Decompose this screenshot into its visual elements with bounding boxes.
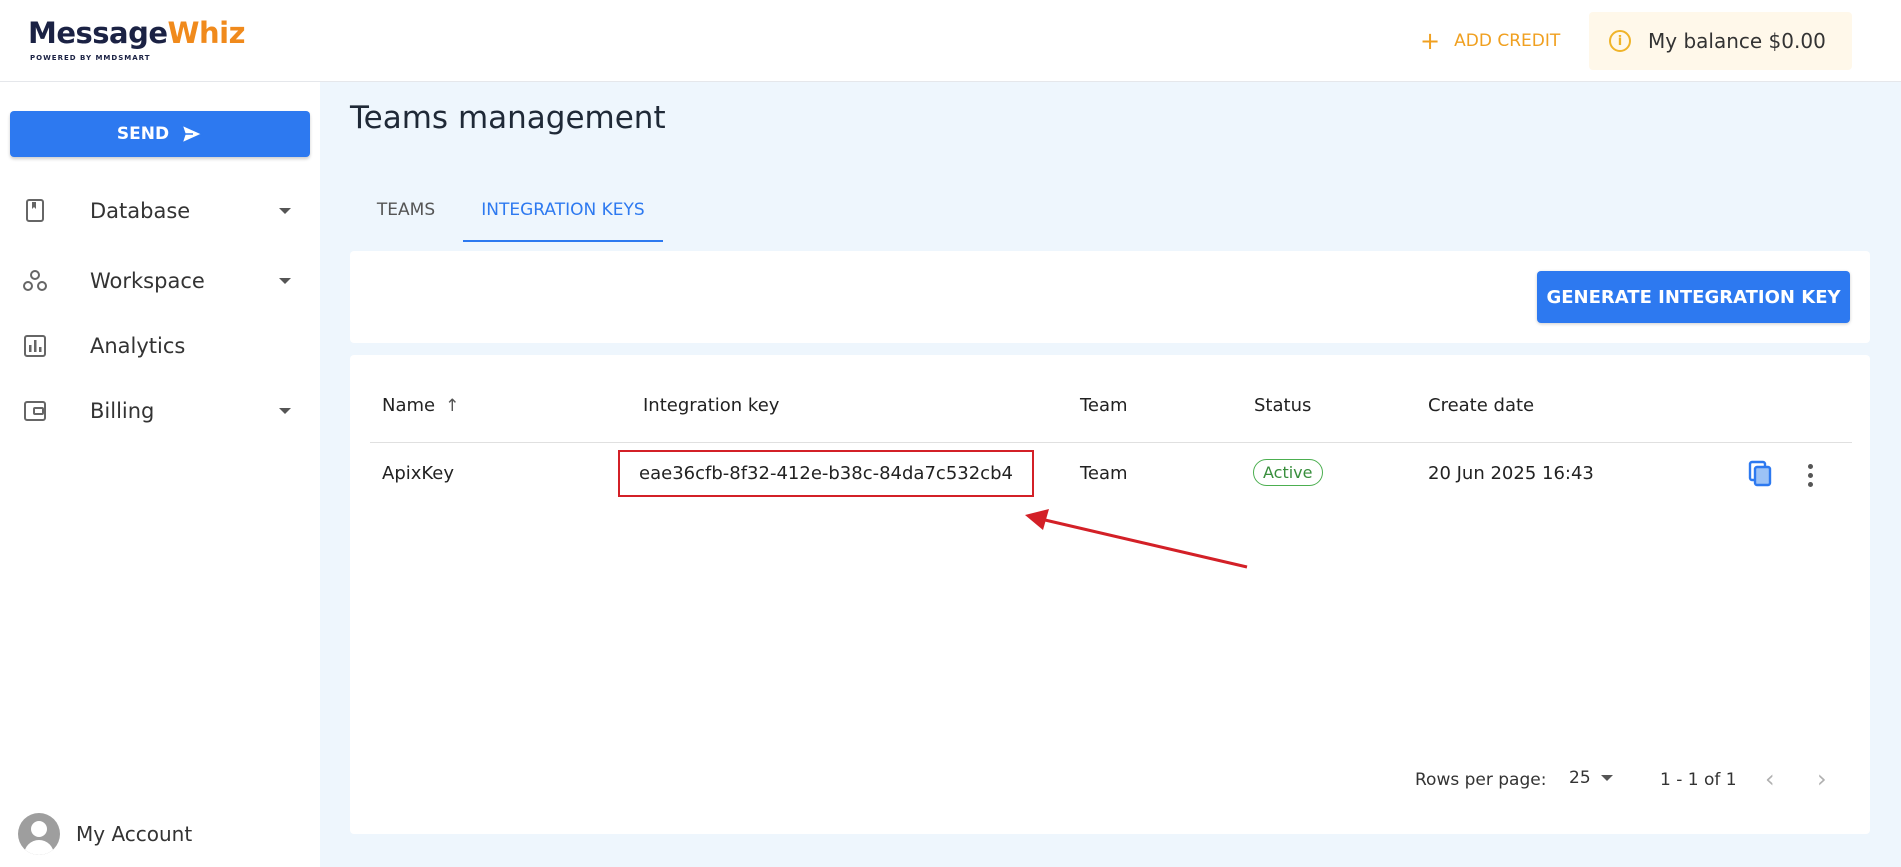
logo-accent: Whiz [167,16,246,50]
send-label: SEND [116,124,170,144]
my-account-button[interactable]: My Account [18,812,192,856]
rows-per-page-label: Rows per page: [1415,770,1547,790]
send-button[interactable]: SEND [10,111,310,157]
sidebar: SEND Database Workspace Analytics Billin… [0,82,320,867]
logo-subtitle: POWERED BY MMDSMART [30,54,151,62]
top-bar: MessageWhiz POWERED BY MMDSMART + ADD CR… [0,0,1901,82]
sort-ascending-icon[interactable]: ↑ [445,396,459,416]
page-title: Teams management [350,100,666,136]
send-icon [181,124,204,144]
column-header-integration-key[interactable]: Integration key [643,395,779,416]
workspace-icon [22,268,48,294]
account-label: My Account [76,822,193,846]
cell-name: ApixKey [382,463,455,484]
sidebar-item-analytics[interactable]: Analytics [0,319,320,373]
sidebar-item-workspace[interactable]: Workspace [0,254,320,308]
chevron-down-icon [279,278,291,284]
status-badge: Active [1253,459,1323,486]
chevron-down-icon [1600,775,1613,781]
column-header-team[interactable]: Team [1080,395,1128,416]
balance-label: My balance $0.00 [1648,29,1826,53]
logo-text: Message [28,16,168,50]
sidebar-item-label: Analytics [90,334,186,358]
integration-keys-table: Name ↑ Integration key Team Status Creat… [350,355,1870,834]
add-credit-button[interactable]: + ADD CREDIT [1420,26,1560,56]
cell-create-date: 20 Jun 2025 16:43 [1428,463,1594,484]
sidebar-item-billing[interactable]: Billing [0,384,320,438]
actions-card: GENERATE INTEGRATION KEY [350,251,1870,343]
copy-icon[interactable] [1748,460,1774,492]
chevron-down-icon [279,208,291,214]
generate-integration-key-button[interactable]: GENERATE INTEGRATION KEY [1537,271,1850,323]
chevron-down-icon [279,408,291,414]
wallet-icon [22,398,48,424]
pagination-range: 1 - 1 of 1 [1660,770,1737,790]
sidebar-item-label: Workspace [90,269,205,293]
highlight-box: eae36cfb-8f32-412e-b38c-84da7c532cb4 [618,450,1034,497]
cell-team: Team [1080,463,1128,484]
book-icon [22,198,48,224]
cell-integration-key[interactable]: eae36cfb-8f32-412e-b38c-84da7c532cb4 [639,463,1013,484]
analytics-icon [22,333,48,359]
avatar-icon [18,813,60,855]
tab-teams[interactable]: TEAMS [350,180,462,240]
chevron-right-icon[interactable]: › [1817,765,1827,793]
rows-per-page-select[interactable]: 25 [1569,768,1613,788]
more-vertical-icon[interactable] [1808,464,1814,491]
column-header-create-date[interactable]: Create date [1428,395,1534,416]
balance-display: i My balance $0.00 [1589,12,1852,70]
sidebar-item-database[interactable]: Database [0,184,320,238]
column-header-name[interactable]: Name ↑ [382,395,459,416]
add-credit-label: ADD CREDIT [1454,31,1561,51]
chevron-left-icon[interactable]: ‹ [1765,765,1775,793]
sidebar-item-label: Database [90,199,191,223]
plus-icon: + [1420,27,1441,55]
column-header-status[interactable]: Status [1254,395,1311,416]
info-icon: i [1609,30,1631,52]
tab-integration-keys[interactable]: INTEGRATION KEYS [463,180,663,242]
header-divider [370,442,1852,443]
messagewhiz-logo[interactable]: MessageWhiz POWERED BY MMDSMART [28,14,246,68]
sidebar-item-label: Billing [90,399,155,423]
